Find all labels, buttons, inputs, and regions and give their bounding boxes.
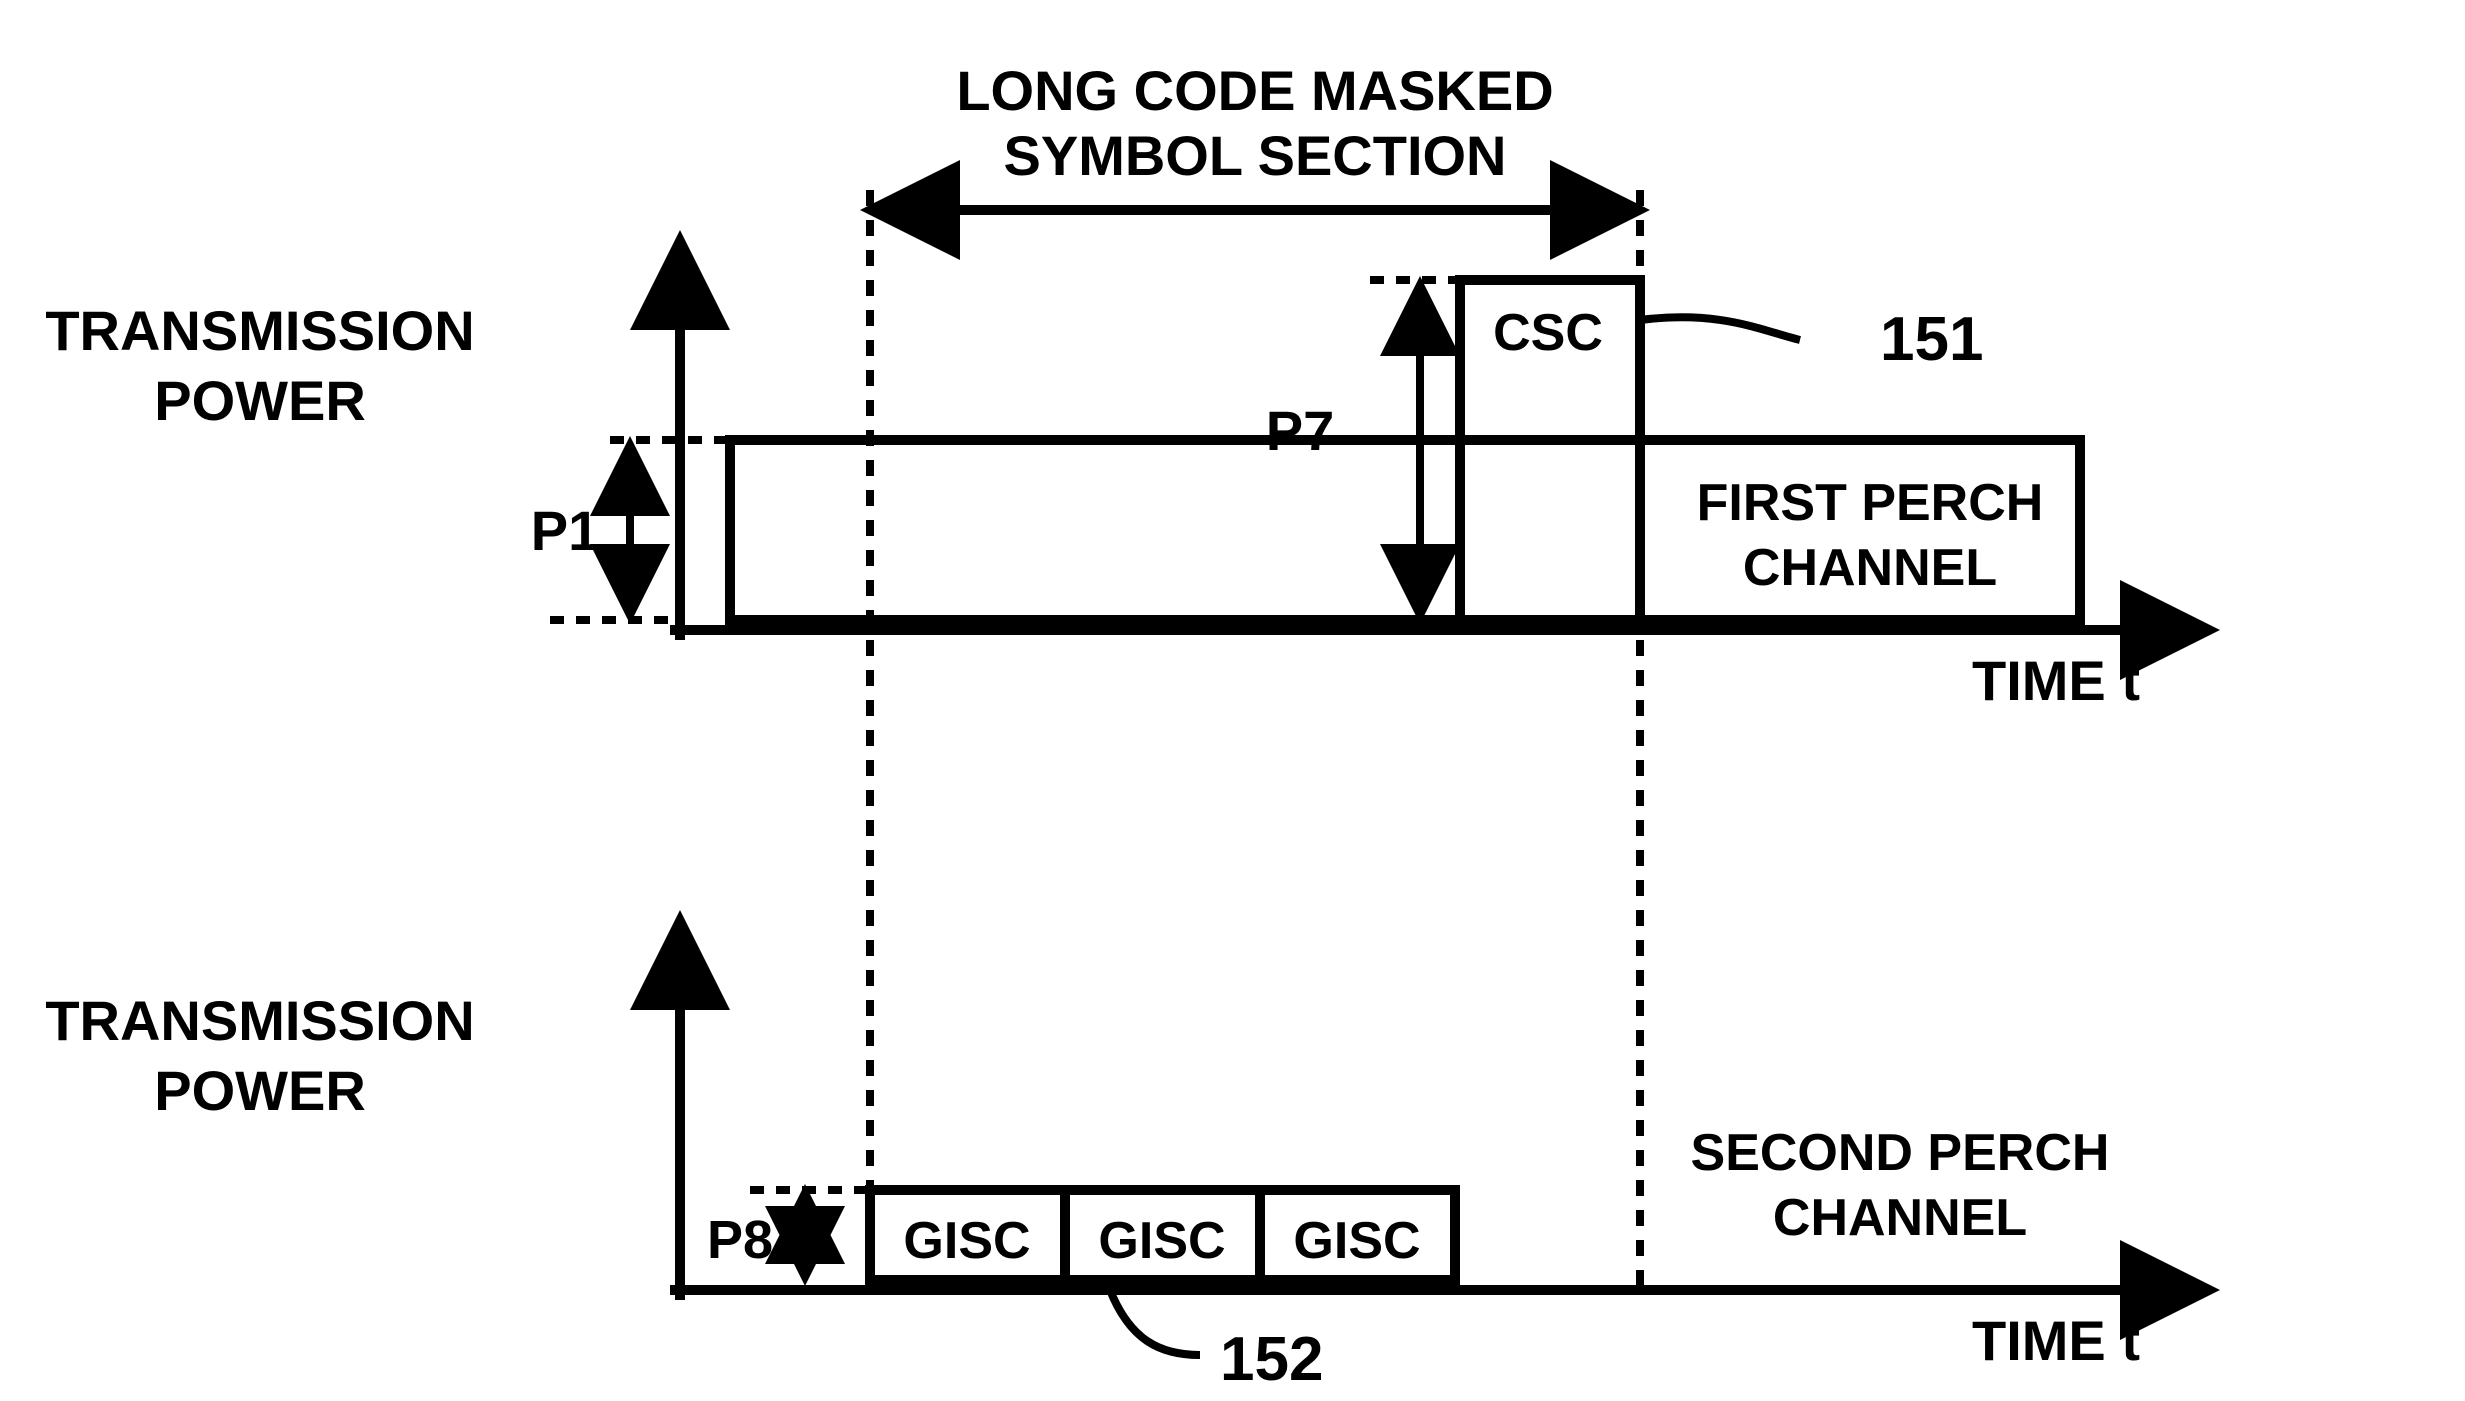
chart1-num151: 151: [1880, 305, 1983, 374]
chart1-p1-label: P1: [531, 499, 600, 562]
chart1-ylabel-line2: POWER: [154, 369, 366, 432]
chart1-p7-label: P7: [1266, 399, 1335, 462]
chart2-p8-label: P8: [707, 1210, 773, 1270]
chart2-gisc-2-label: GISC: [1098, 1212, 1225, 1270]
section-label-group: LONG CODE MASKED SYMBOL SECTION: [880, 59, 1630, 210]
chart2-second-perch-l2: CHANNEL: [1773, 1189, 2027, 1247]
chart-1: TRANSMISSION POWER TIME t CSC P1 P7 FIRS…: [45, 250, 2200, 712]
chart2-ylabel-line2: POWER: [154, 1059, 366, 1122]
chart2-ylabel-line1: TRANSMISSION: [45, 989, 474, 1052]
section-line2: SYMBOL SECTION: [1003, 124, 1506, 187]
chart1-xlabel: TIME t: [1972, 649, 2140, 712]
chart1-first-perch-l2: CHANNEL: [1743, 539, 1997, 597]
timing-diagram: TRANSMISSION POWER TIME t CSC P1 P7 FIRS…: [0, 0, 2465, 1401]
chart2-xlabel: TIME t: [1972, 1309, 2140, 1372]
chart2-gisc-3-label: GISC: [1293, 1212, 1420, 1270]
chart1-csc-label: CSC: [1493, 304, 1603, 362]
chart2-num152: 152: [1220, 1325, 1323, 1394]
section-line1: LONG CODE MASKED: [956, 59, 1553, 122]
chart1-leader-151: [1640, 317, 1800, 340]
chart1-ylabel-line1: TRANSMISSION: [45, 299, 474, 362]
chart2-second-perch-l1: SECOND PERCH: [1691, 1124, 2110, 1182]
chart-2: TRANSMISSION POWER TIME t GISC GISC GISC…: [45, 930, 2200, 1394]
chart1-first-perch-l1: FIRST PERCH: [1697, 474, 2044, 532]
chart2-gisc-1-label: GISC: [903, 1212, 1030, 1270]
chart2-leader-152: [1110, 1290, 1200, 1355]
